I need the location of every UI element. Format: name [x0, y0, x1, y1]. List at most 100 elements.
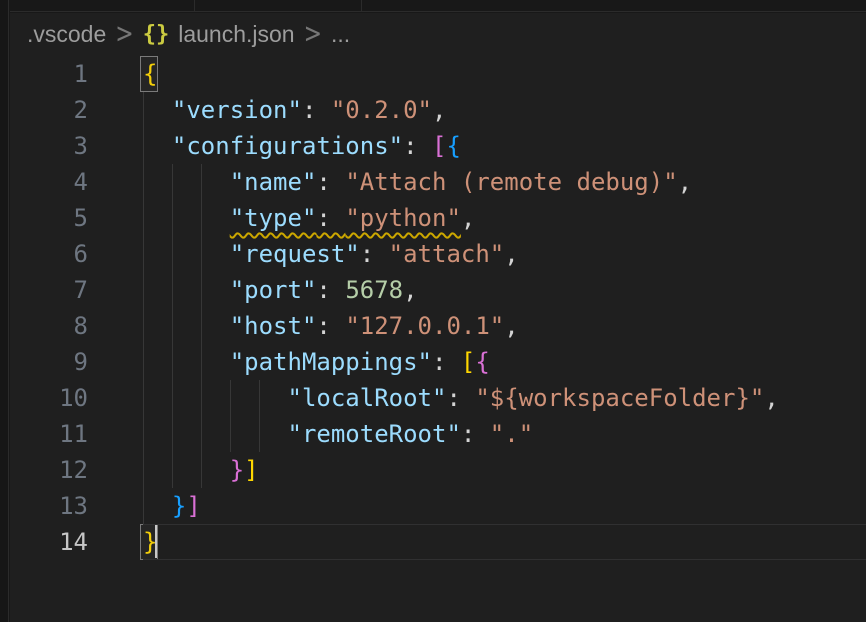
indent-guide	[172, 200, 173, 236]
line-number[interactable]: 8	[10, 308, 88, 344]
indent-guide	[201, 452, 202, 488]
indent-guide	[201, 380, 202, 416]
line-number[interactable]: 5	[10, 200, 88, 236]
code-token: "request"	[230, 240, 360, 268]
chevron-right-icon: >	[115, 19, 133, 50]
code-token: "0.2.0"	[331, 96, 432, 124]
indent-guide	[230, 416, 231, 452]
code-token: "host"	[230, 312, 317, 340]
indent-guide	[143, 308, 144, 344]
code-line-content[interactable]: }	[143, 524, 866, 560]
code-line-content[interactable]: "name": "Attach (remote debug)",	[143, 164, 866, 200]
indent-guide	[143, 380, 144, 416]
code-line-content[interactable]: "version": "0.2.0",	[143, 92, 866, 128]
code-line-content[interactable]: "request": "attach",	[143, 236, 866, 272]
code-line-content[interactable]: "remoteRoot": "."	[143, 416, 866, 452]
code-line-content[interactable]: }]	[143, 488, 866, 524]
code-line[interactable]: 7 "port": 5678,	[10, 272, 866, 308]
code-token: "pathMappings"	[230, 348, 432, 376]
breadcrumb-item-launch-json[interactable]: launch.json	[178, 21, 294, 48]
code-line[interactable]: 6 "request": "attach",	[10, 236, 866, 272]
indent-guide	[143, 488, 144, 524]
indent-guide	[201, 308, 202, 344]
line-number[interactable]: 13	[10, 488, 88, 524]
code-token: :	[302, 96, 331, 124]
indent-guide	[201, 164, 202, 200]
code-token: [	[461, 348, 475, 376]
code-line[interactable]: 8 "host": "127.0.0.1",	[10, 308, 866, 344]
indent-guide	[143, 416, 144, 452]
line-number[interactable]: 2	[10, 92, 88, 128]
indent-guide	[172, 164, 173, 200]
line-number[interactable]: 6	[10, 236, 88, 272]
code-line-content[interactable]: "localRoot": "${workspaceFolder}",	[143, 380, 866, 416]
indent-guide	[172, 380, 173, 416]
code-token: :	[461, 420, 490, 448]
code-line-content[interactable]: }]	[143, 452, 866, 488]
code-line-content[interactable]: "port": 5678,	[143, 272, 866, 308]
code-line-content[interactable]: "type": "python",	[143, 200, 866, 236]
indent-guide	[201, 344, 202, 380]
line-number[interactable]: 1	[10, 56, 88, 92]
indent-guide	[172, 236, 173, 272]
code-line[interactable]: 3 "configurations": [{	[10, 128, 866, 164]
code-token: ]	[244, 456, 258, 484]
indent-guide	[143, 272, 144, 308]
line-number[interactable]: 7	[10, 272, 88, 308]
code-line-content[interactable]: {	[143, 56, 866, 92]
code-token: ]	[186, 492, 200, 520]
code-token: }	[172, 492, 186, 520]
indent-guide	[143, 164, 144, 200]
code-token: :	[316, 312, 345, 340]
code-line[interactable]: 12 }]	[10, 452, 866, 488]
code-token: ,	[678, 168, 692, 196]
json-braces-icon: {}	[143, 22, 170, 47]
code-token: "${workspaceFolder}"	[475, 384, 764, 412]
indent-guide	[143, 128, 144, 164]
breadcrumb-item-vscode[interactable]: .vscode	[27, 21, 106, 48]
line-number[interactable]: 10	[10, 380, 88, 416]
code-line[interactable]: 1{	[10, 56, 866, 92]
code-token: "version"	[172, 96, 302, 124]
indent-guide	[259, 380, 260, 416]
indent-guide	[201, 416, 202, 452]
indent-guide	[143, 344, 144, 380]
code-token: "python"	[345, 204, 461, 232]
code-line[interactable]: 9 "pathMappings": [{	[10, 344, 866, 380]
indent-guide	[201, 272, 202, 308]
line-number[interactable]: 3	[10, 128, 88, 164]
code-token: :	[316, 168, 345, 196]
code-editor[interactable]: 1{2 "version": "0.2.0",3 "configurations…	[10, 56, 866, 560]
code-line[interactable]: 10 "localRoot": "${workspaceFolder}",	[10, 380, 866, 416]
code-line[interactable]: 2 "version": "0.2.0",	[10, 92, 866, 128]
line-number[interactable]: 12	[10, 452, 88, 488]
code-token: "Attach (remote debug)"	[345, 168, 677, 196]
code-token: :	[403, 132, 432, 160]
indent-guide	[143, 452, 144, 488]
code-token: :	[316, 276, 345, 304]
code-token: "localRoot"	[288, 384, 447, 412]
tab-bar[interactable]	[10, 0, 866, 12]
code-line-content[interactable]: "configurations": [{	[143, 128, 866, 164]
code-line[interactable]: 4 "name": "Attach (remote debug)",	[10, 164, 866, 200]
code-token: "port"	[230, 276, 317, 304]
indent-guide	[201, 200, 202, 236]
code-line-content[interactable]: "host": "127.0.0.1",	[143, 308, 866, 344]
code-token: ,	[403, 276, 417, 304]
indent-guide	[172, 272, 173, 308]
code-line-content[interactable]: "pathMappings": [{	[143, 344, 866, 380]
code-token: ,	[504, 312, 518, 340]
breadcrumb-item-symbol-ellipsis[interactable]: ...	[331, 21, 350, 48]
line-number[interactable]: 14	[10, 524, 88, 560]
code-token: :	[360, 240, 389, 268]
indent-guide	[172, 452, 173, 488]
indent-guide	[172, 416, 173, 452]
code-line[interactable]: 14}	[10, 524, 866, 560]
code-line[interactable]: 13 }]	[10, 488, 866, 524]
code-line[interactable]: 5 "type": "python",	[10, 200, 866, 236]
code-token: {	[446, 132, 460, 160]
line-number[interactable]: 4	[10, 164, 88, 200]
line-number[interactable]: 9	[10, 344, 88, 380]
code-line[interactable]: 11 "remoteRoot": "."	[10, 416, 866, 452]
line-number[interactable]: 11	[10, 416, 88, 452]
